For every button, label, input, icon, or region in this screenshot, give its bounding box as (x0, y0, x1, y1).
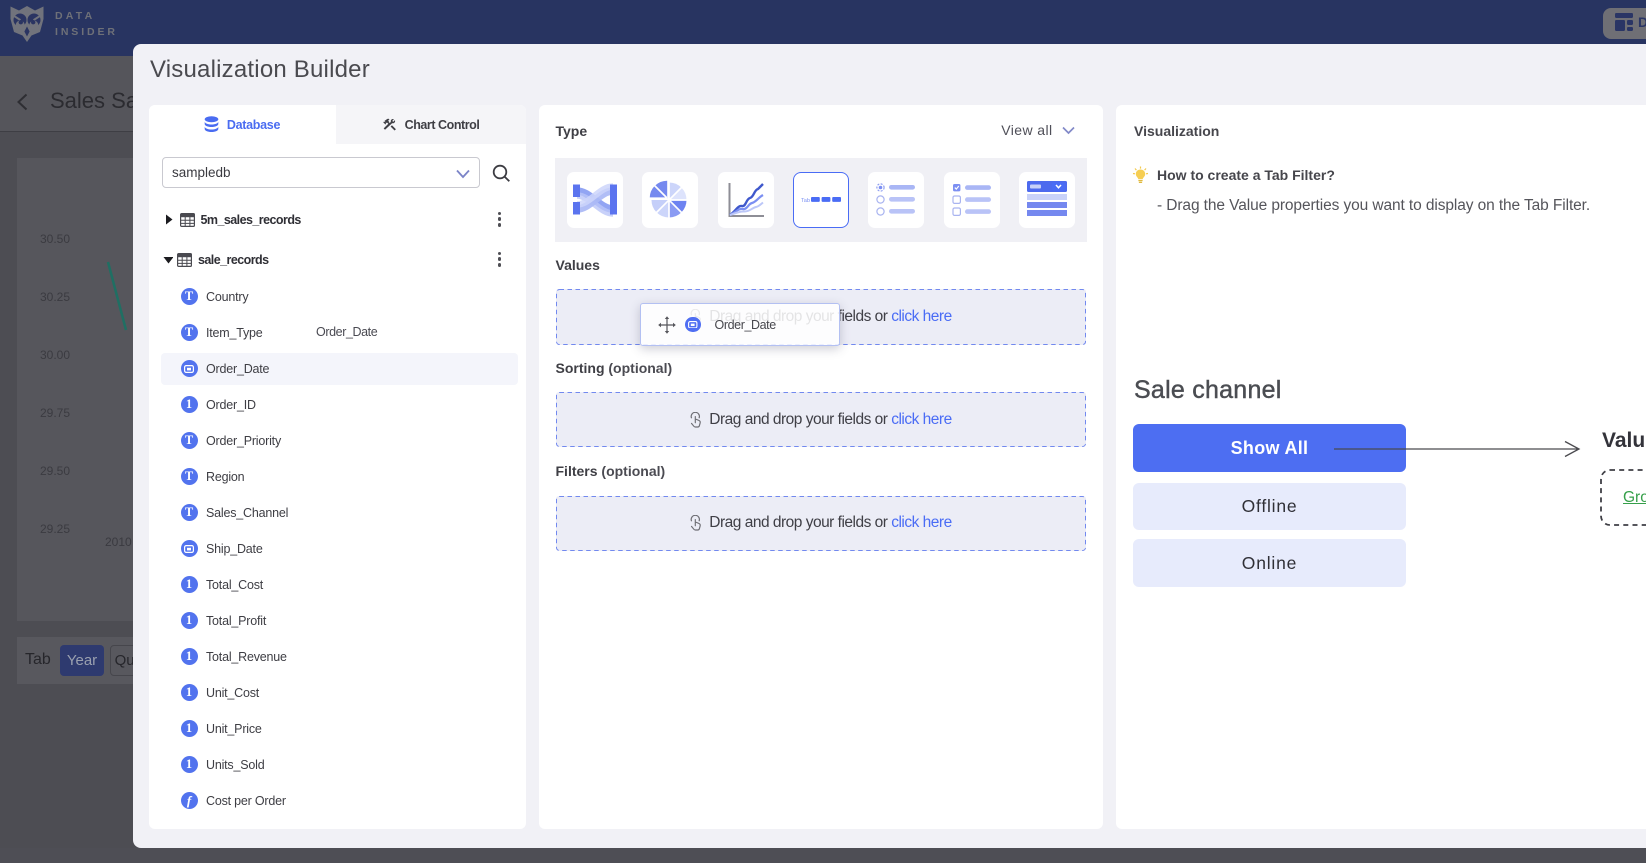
svg-text:Tab: Tab (801, 198, 810, 204)
